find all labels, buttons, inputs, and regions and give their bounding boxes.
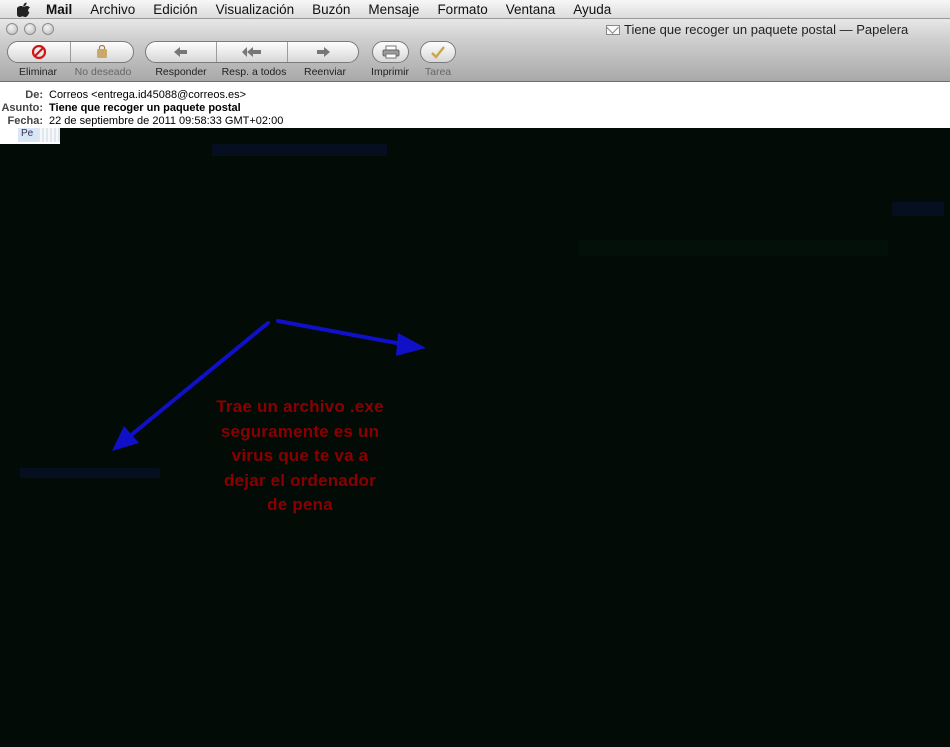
annotation-line-3: virus que te va a <box>231 446 369 465</box>
annotation-line-2: seguramente es un <box>220 421 380 441</box>
warning-annotation: Trae un archivo .exe seguramente es un v… <box>190 395 410 518</box>
annotation-line-4: dejar el ordenador <box>224 470 376 490</box>
arrow-to-content <box>276 319 426 356</box>
annotation-arrows <box>112 319 426 451</box>
annotation-line-5: de pena <box>267 495 333 514</box>
annotation-line-1: Trae un archivo .exe <box>216 397 384 416</box>
